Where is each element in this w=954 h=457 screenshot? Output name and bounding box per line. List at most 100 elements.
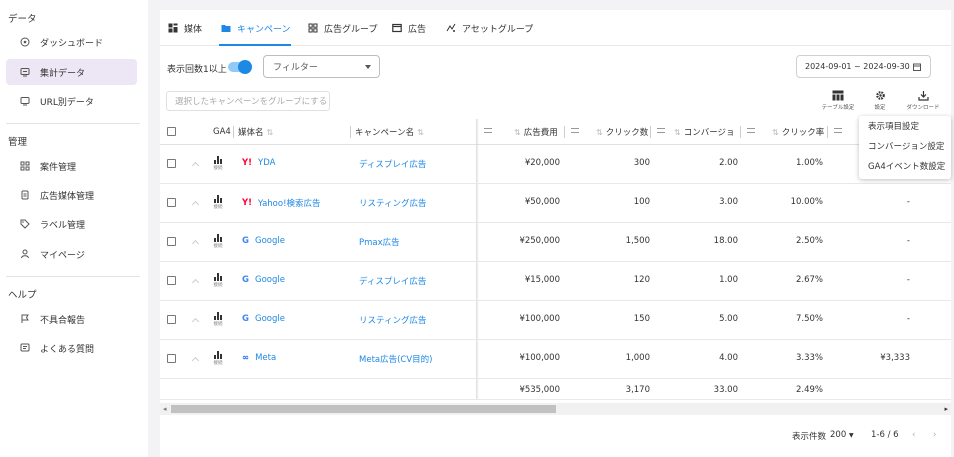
chevron-down-icon: ▼ (848, 432, 854, 439)
ga4-bar-chart-icon[interactable]: 接続 (211, 349, 225, 366)
column-separator[interactable] (650, 126, 651, 138)
campaign-name-link[interactable]: リスティング広告 (359, 197, 427, 209)
menu-item-display-columns[interactable]: 表示項目設定 (859, 118, 951, 136)
sidebar-item-aggregate-data[interactable]: 集計データ (6, 59, 137, 85)
column-header-clicks[interactable]: ⇅ クリック数 (593, 119, 648, 145)
aggregate-data-icon (20, 68, 30, 77)
impressions-toggle[interactable] (228, 60, 252, 74)
expand-row-icon[interactable] (191, 356, 200, 365)
sidebar-item-ad-media[interactable]: 広告媒体管理 (6, 182, 137, 208)
ctr-cell: 3.33% (795, 353, 823, 363)
sidebar-item-faq[interactable]: よくある質問 (6, 335, 137, 361)
rows-per-page-select[interactable]: 200 ▼ (830, 430, 854, 440)
sidebar-item-labels[interactable]: ラベル管理 (6, 211, 137, 237)
ga4-bar-chart-icon[interactable]: 接続 (211, 193, 225, 210)
horizontal-scrollbar[interactable]: ◂ ▸ (160, 403, 951, 415)
media-name-link[interactable]: G Google (242, 275, 285, 285)
scroll-right-icon[interactable]: ▸ (944, 405, 948, 413)
chevron-down-icon (365, 65, 371, 69)
date-range-value: 2024-09-01 ~ 2024-09-30 (805, 62, 910, 71)
page-range: 1-6 / 6 (871, 430, 899, 440)
sidebar-item-projects[interactable]: 案件管理 (6, 153, 137, 179)
column-header-conversions[interactable]: ⇅ コンバージョ (671, 119, 735, 145)
campaign-name-link[interactable]: ディスプレイ広告 (359, 275, 426, 287)
scroll-left-icon[interactable]: ◂ (163, 405, 167, 413)
sort-icon: ⇅ (514, 127, 521, 137)
tab-campaign[interactable]: キャンペーン (221, 10, 291, 46)
filter-select[interactable]: フィルター (263, 55, 380, 78)
column-header-cost[interactable]: ⇅ 広告費用 (511, 119, 558, 145)
tab-ad[interactable]: 広告 (392, 10, 426, 46)
ga4-link-label: 接続 (213, 283, 223, 288)
sidebar-item-dashboard[interactable]: ダッシュボード (6, 29, 137, 55)
column-header-campaign[interactable]: キャンペーン名 ⇅ (355, 119, 427, 145)
expand-row-icon[interactable] (191, 161, 200, 170)
sidebar-item-url-data[interactable]: URL別データ (6, 88, 137, 114)
column-separator[interactable] (233, 126, 234, 138)
menu-item-ga4-event-settings[interactable]: GA4イベント数設定 (859, 158, 951, 176)
row-checkbox[interactable] (167, 198, 176, 207)
campaign-name-link[interactable]: Meta広告(CV目的) (359, 353, 433, 365)
download-button[interactable]: ダウンロード (901, 90, 945, 111)
campaign-name-link[interactable]: リスティング広告 (359, 314, 427, 326)
row-checkbox[interactable] (167, 315, 176, 324)
conversions-cell: 3.00 (719, 197, 738, 207)
row-checkbox[interactable] (167, 237, 176, 246)
settings-button[interactable]: 設定 (868, 90, 892, 111)
media-name-link[interactable]: Y! YDA (242, 158, 275, 168)
sidebar-divider (6, 276, 140, 277)
select-all-checkbox[interactable] (167, 127, 176, 136)
ga4-bar-chart-icon[interactable]: 接続 (211, 310, 225, 327)
column-header-ctr[interactable]: ⇅ クリック率 (769, 119, 824, 145)
scrollbar-thumb[interactable] (171, 405, 556, 413)
row-checkbox[interactable] (167, 354, 176, 363)
column-header-media[interactable]: 媒体名 ⇅ (238, 119, 276, 145)
tab-media[interactable]: 媒体 (168, 10, 202, 46)
media-icon (168, 23, 178, 33)
media-name-link[interactable]: Y! Yahoo!検索広告 (242, 197, 320, 209)
campaign-name-link[interactable]: ディスプレイ広告 (359, 158, 426, 170)
column-separator[interactable] (564, 126, 565, 138)
expand-row-icon[interactable] (191, 317, 200, 326)
sidebar-item-label: よくある質問 (40, 344, 95, 355)
drag-handle-icon[interactable] (484, 128, 492, 133)
row-checkbox[interactable] (167, 276, 176, 285)
ga4-link-label: 接続 (213, 244, 223, 249)
media-name-link[interactable]: ∞ Meta (242, 353, 276, 363)
next-page-icon[interactable]: › (933, 430, 936, 440)
sidebar-item-mypage[interactable]: マイページ (6, 241, 137, 267)
campaign-name-link[interactable]: Pmax広告 (359, 236, 400, 248)
clicks-cell: 1,000 (625, 353, 650, 363)
expand-row-icon[interactable] (191, 200, 200, 209)
column-header-ga4[interactable]: GA4 (213, 119, 231, 145)
tab-ad-group[interactable]: 広告グループ (308, 10, 377, 46)
media-name: Google (254, 275, 285, 285)
table-settings-button[interactable]: テーブル設定 (817, 90, 859, 111)
menu-item-conversion-settings[interactable]: コンバージョン設定 (859, 138, 951, 156)
media-name-link[interactable]: G Google (242, 314, 285, 324)
column-label: 媒体名 (238, 128, 264, 138)
folder-icon (221, 25, 231, 32)
tab-asset-group[interactable]: アセットグループ (446, 10, 533, 46)
media-name-link[interactable]: G Google (242, 236, 285, 246)
sidebar: データ ダッシュボード 集計データ URL別データ 管理 案件管理 広告媒体管理… (0, 0, 148, 457)
drag-handle-icon[interactable] (747, 128, 755, 133)
prev-page-icon[interactable]: ‹ (912, 430, 915, 440)
expand-row-icon[interactable] (191, 239, 200, 248)
group-campaigns-button[interactable]: 選択したキャンペーンをグループにする (166, 91, 330, 111)
ga4-bar-chart-icon[interactable]: 接続 (211, 232, 225, 249)
ga4-bar-chart-icon[interactable]: 接続 (211, 271, 225, 288)
column-separator[interactable] (740, 126, 741, 138)
expand-row-icon[interactable] (191, 278, 200, 287)
sidebar-item-bug-report[interactable]: 不具合報告 (6, 306, 137, 332)
date-range-picker[interactable]: 2024-09-01 ~ 2024-09-30 (796, 55, 931, 78)
clicks-cell: 1,500 (625, 236, 650, 246)
ctr-cell: 10.00% (790, 197, 823, 207)
drag-handle-icon[interactable] (657, 128, 665, 133)
drag-handle-icon[interactable] (834, 128, 842, 133)
ga4-bar-chart-icon[interactable]: 接続 (211, 154, 225, 171)
column-separator[interactable] (350, 126, 351, 138)
row-checkbox[interactable] (167, 159, 176, 168)
drag-handle-icon[interactable] (571, 128, 579, 133)
column-separator[interactable] (827, 126, 828, 138)
